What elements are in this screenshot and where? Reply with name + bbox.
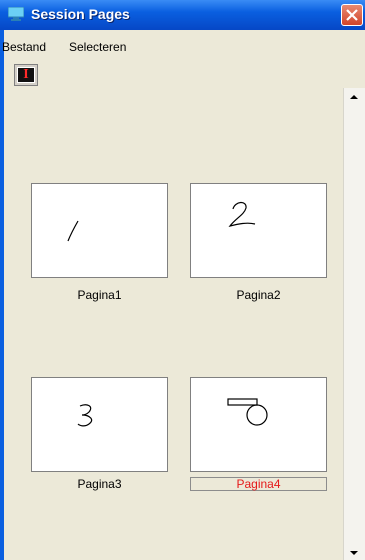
page-thumbnail-4[interactable]	[190, 377, 327, 472]
scroll-up-arrow-icon[interactable]	[348, 92, 360, 102]
page-thumbnail-3[interactable]	[31, 377, 168, 472]
page-sketch-3	[77, 404, 93, 427]
text-i-icon: I	[17, 67, 35, 83]
page-thumbnail-2[interactable]	[190, 183, 327, 278]
page-sketch-4	[227, 398, 268, 426]
menu-bestand[interactable]: Bestand	[2, 40, 46, 54]
scroll-down-arrow-icon[interactable]	[348, 548, 360, 558]
close-button[interactable]	[341, 4, 363, 26]
page-thumbnail-1[interactable]	[31, 183, 168, 278]
page-label-2[interactable]: Pagina2	[190, 288, 327, 302]
page-sketch-2	[228, 201, 256, 227]
window-title: Session Pages	[31, 6, 130, 22]
page-label-1[interactable]: Pagina1	[31, 288, 168, 302]
app-icon	[8, 7, 24, 21]
vertical-scrollbar[interactable]	[343, 88, 365, 560]
page-sketch-1	[67, 220, 79, 242]
menu-selecteren[interactable]: Selecteren	[69, 40, 126, 54]
page-label-4[interactable]: Pagina4	[190, 477, 327, 491]
title-bar[interactable]: Session Pages	[0, 0, 365, 30]
page-label-3[interactable]: Pagina3	[31, 477, 168, 491]
window-left-border	[0, 30, 4, 560]
close-icon	[346, 9, 358, 21]
text-tool-button[interactable]: I	[14, 64, 38, 86]
